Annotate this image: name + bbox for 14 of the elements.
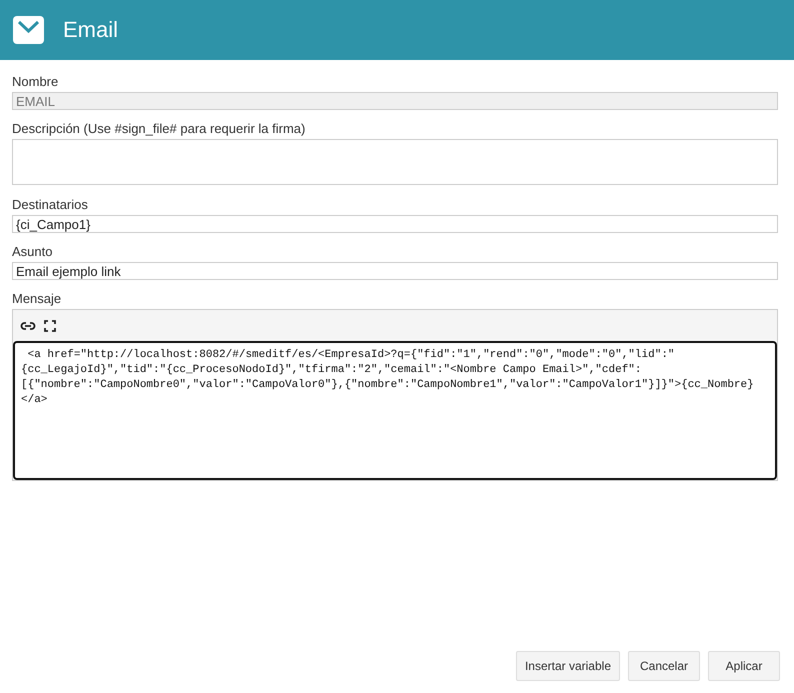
field-label: Nombre (12, 74, 60, 90)
message-editor[interactable]: <a href="http://localhost:8082/#/smeditf/es/<EmpresaId>?q={"fid":"1","rend":"0","mode":"0","lid":"{cc_LegajoId}","tid":"{cc_ProcesoNodoId}","tfirma":"2","cemail":"<Nombre Campo Email>","cdef":[{"nombre":"CampoNombre0","valor":"CampoValor0"},{"nombre":"CampoNombre1","valor":"CampoValor1"}]}">{cc_Nombre}</a> (13, 341, 777, 480)
dialog-title: Email (63, 17, 118, 43)
dialog-button[interactable]: Aplicar (708, 651, 780, 681)
fullscreen-icon[interactable] (42, 318, 58, 334)
dialog-button[interactable]: Insertar variable (516, 651, 620, 681)
text-field[interactable]: Email ejemplo link (12, 262, 778, 280)
mail-icon (12, 15, 45, 45)
field-label: Asunto (12, 244, 54, 260)
field-label: Descripción (Use #sign_file# para requerir la firma) (12, 121, 306, 137)
field-label: Destinatarios (12, 197, 89, 213)
text-field[interactable]: {ci_Campo1} (12, 215, 778, 233)
dialog-button[interactable]: Cancelar (628, 651, 700, 681)
field-label: Mensaje (12, 291, 62, 307)
